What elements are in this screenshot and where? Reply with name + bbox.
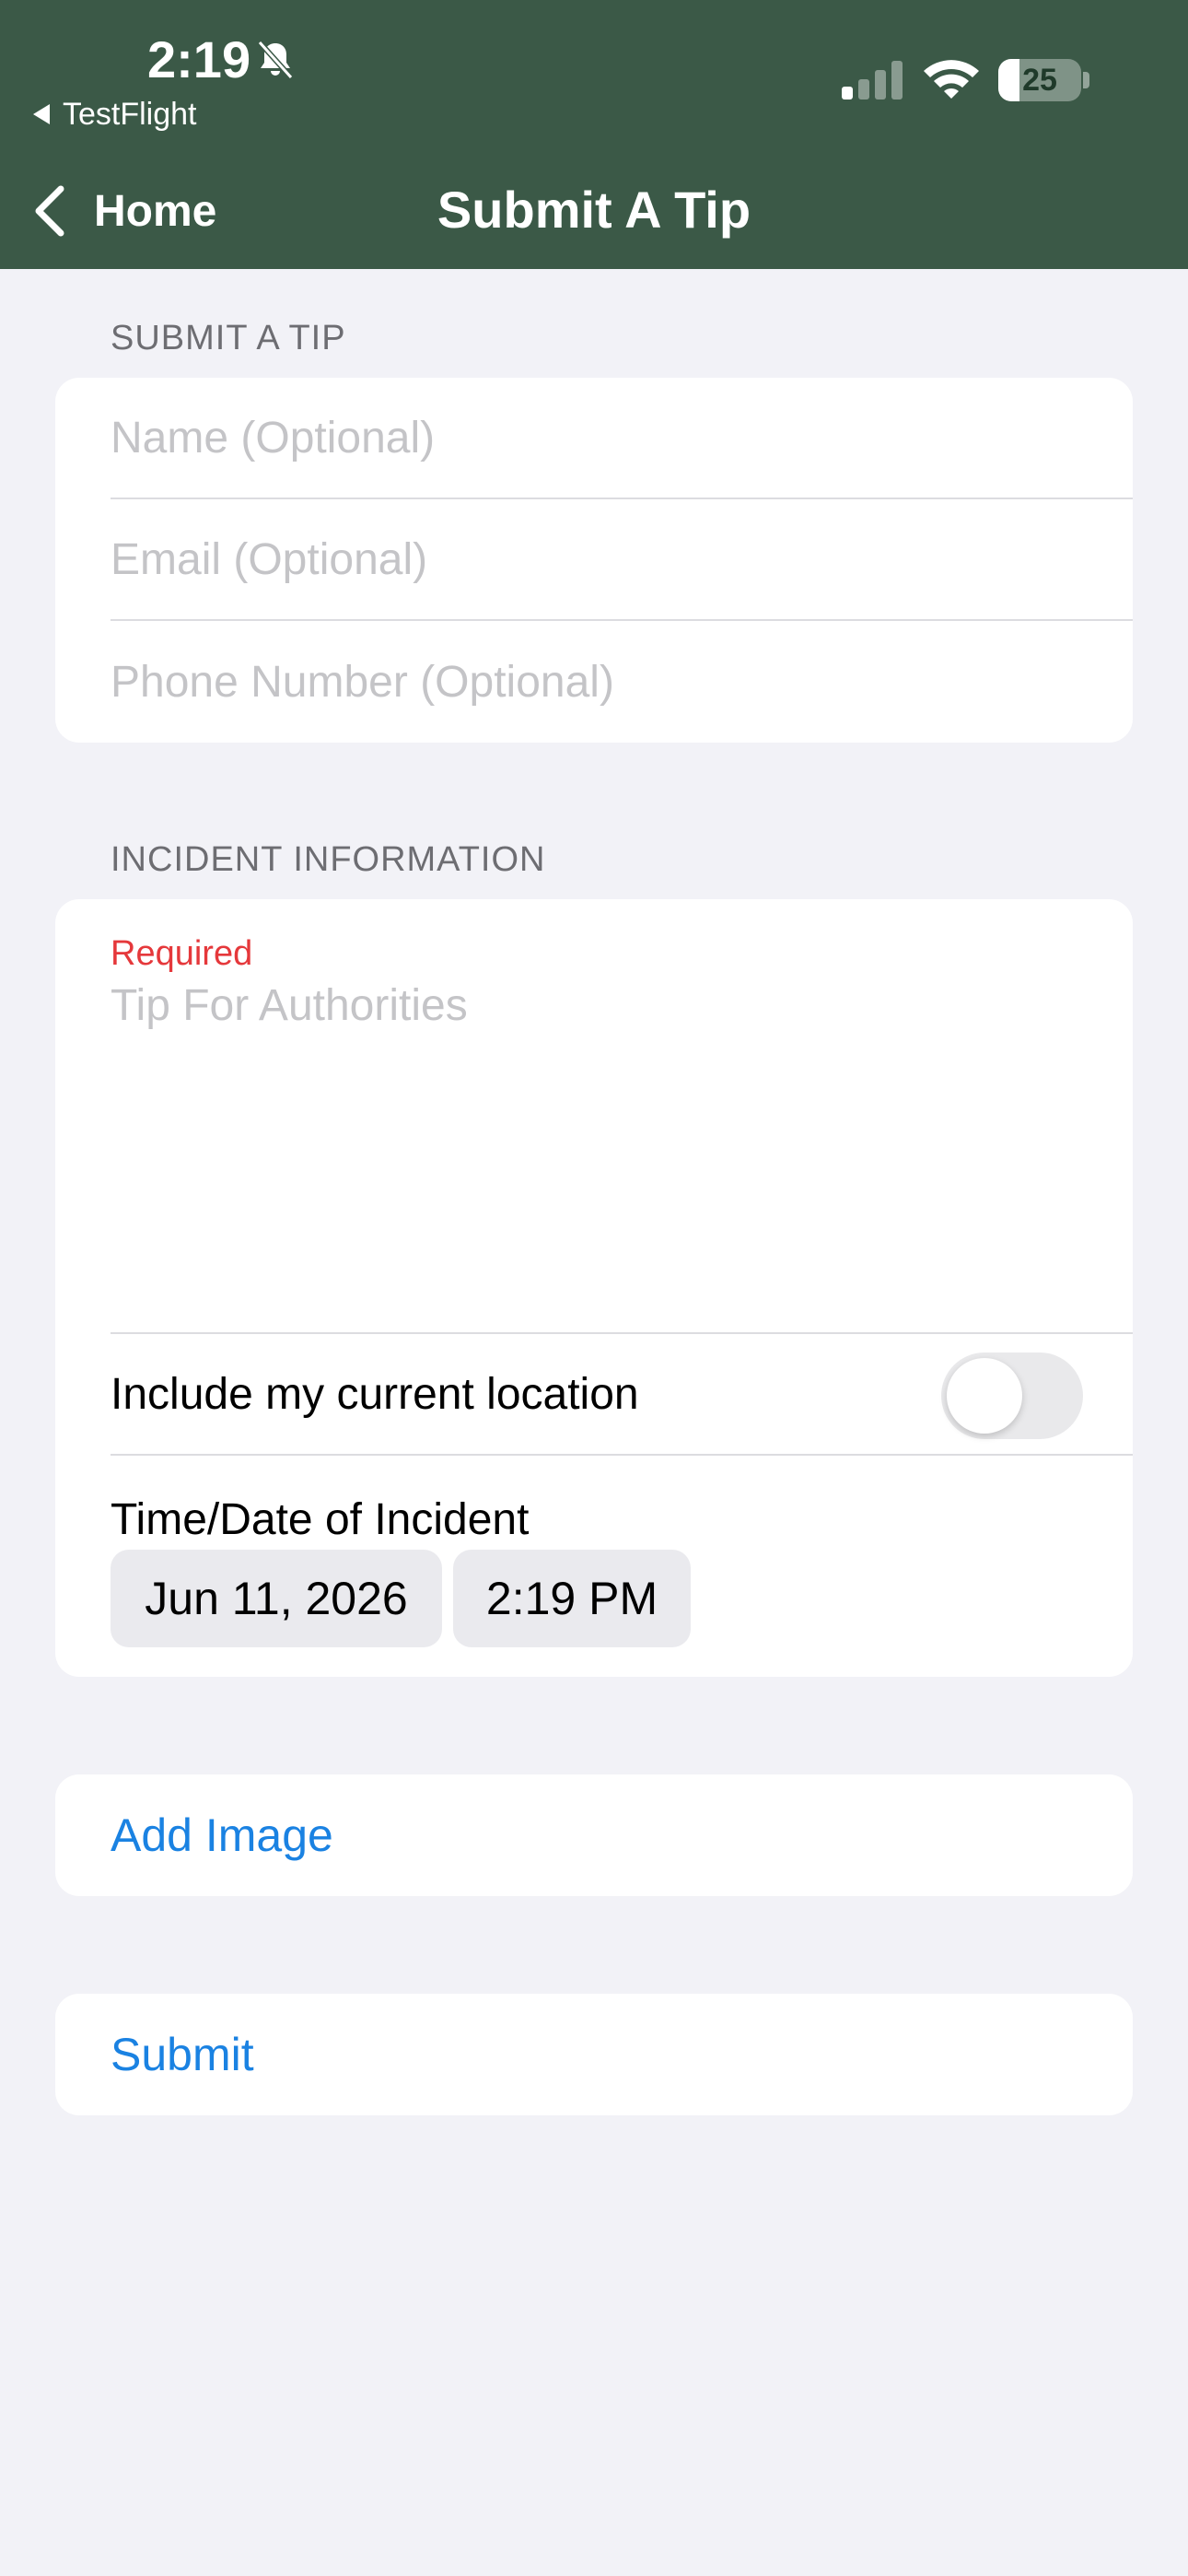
page-title: Submit A Tip xyxy=(437,181,751,239)
signal-icon xyxy=(842,61,903,100)
toggle-knob xyxy=(947,1358,1022,1434)
add-image-button[interactable]: Add Image xyxy=(111,1774,333,1896)
battery-cap xyxy=(1083,72,1089,88)
divider xyxy=(111,1454,1133,1456)
tip-text-area[interactable]: Tip For Authorities xyxy=(111,980,1133,1045)
incident-card: Required Tip For Authorities Include my … xyxy=(55,899,1133,1677)
required-label: Required xyxy=(111,934,253,973)
date-picker-button[interactable]: Jun 11, 2026 xyxy=(111,1550,442,1647)
back-triangle-icon xyxy=(33,104,50,124)
submit-card[interactable]: Submit xyxy=(55,1994,1133,2115)
status-time: 2:19 xyxy=(147,30,251,88)
back-to-app-link[interactable]: TestFlight xyxy=(33,92,197,136)
email-field[interactable]: Email (Optional) xyxy=(111,499,1133,619)
name-field[interactable]: Name (Optional) xyxy=(111,378,1133,498)
location-label: Include my current location xyxy=(111,1369,639,1419)
time-picker-button[interactable]: 2:19 PM xyxy=(453,1550,691,1647)
datetime-label: Time/Date of Incident xyxy=(111,1494,530,1544)
submit-button[interactable]: Submit xyxy=(111,1994,254,2115)
wifi-icon xyxy=(924,60,979,99)
section-header-submit-tip: SUBMIT A TIP xyxy=(111,319,346,357)
navigation-header: 2:19 TestFlight 25 Home Submit A Tip xyxy=(0,0,1188,269)
battery-level: 25 xyxy=(1022,62,1057,98)
location-toggle[interactable] xyxy=(941,1352,1083,1439)
datetime-row: Time/Date of Incident xyxy=(111,1489,1133,1550)
back-app-label: TestFlight xyxy=(63,96,197,132)
phone-field[interactable]: Phone Number (Optional) xyxy=(111,621,1133,743)
add-image-card[interactable]: Add Image xyxy=(55,1774,1133,1896)
tip-text-area-placeholder: Tip For Authorities xyxy=(111,981,468,1030)
section-header-incident: INCIDENT INFORMATION xyxy=(111,840,546,879)
battery-icon: 25 xyxy=(998,59,1081,101)
name-field-placeholder: Name (Optional) xyxy=(111,413,436,463)
phone-field-placeholder: Phone Number (Optional) xyxy=(111,657,614,707)
bell-slash-icon xyxy=(257,40,294,80)
email-field-placeholder: Email (Optional) xyxy=(111,534,428,584)
contact-info-card: Name (Optional) Email (Optional) Phone N… xyxy=(55,378,1133,743)
